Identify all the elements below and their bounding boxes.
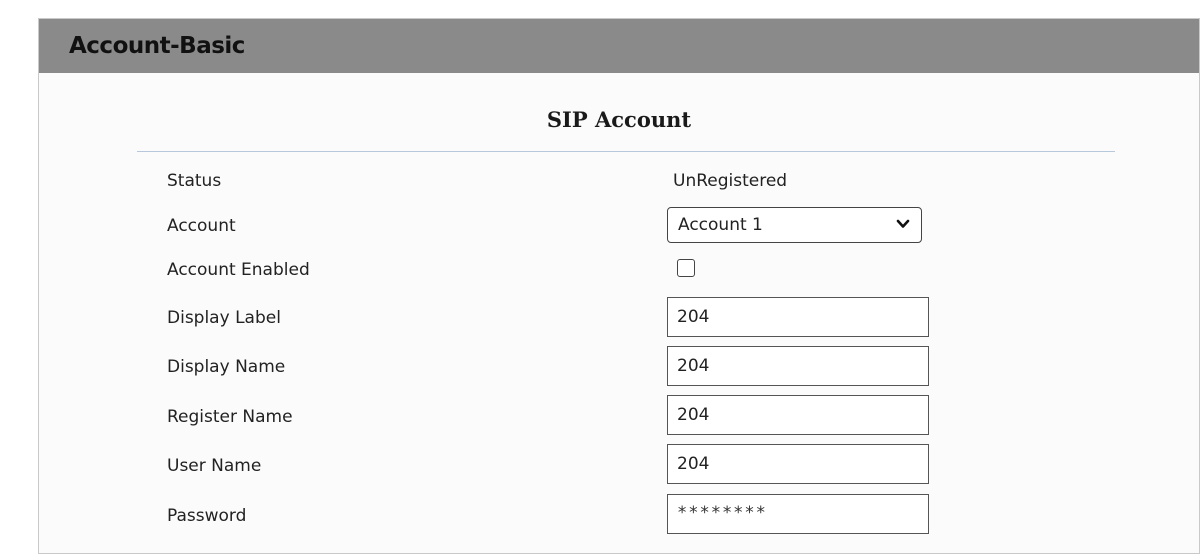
chevron-down-icon — [896, 219, 910, 228]
register-name-input[interactable]: 204 — [667, 395, 929, 435]
account-select-value: Account 1 — [678, 215, 763, 235]
user-name-input[interactable]: 204 — [667, 444, 929, 484]
account-enabled-label: Account Enabled — [167, 260, 310, 280]
account-select[interactable]: Account 1 — [667, 207, 922, 243]
display-name-value: 204 — [677, 356, 710, 376]
status-label: Status — [167, 171, 222, 191]
account-label: Account — [167, 216, 236, 236]
display-label-label: Display Label — [167, 308, 281, 328]
register-name-label: Register Name — [167, 407, 293, 427]
register-name-value: 204 — [677, 405, 710, 425]
panel-title: Account-Basic — [69, 33, 245, 59]
display-name-label: Display Name — [167, 357, 286, 377]
display-label-input[interactable]: 204 — [667, 297, 929, 337]
password-input[interactable]: ******** — [667, 494, 929, 534]
account-enabled-checkbox[interactable] — [677, 259, 695, 277]
display-label-value: 204 — [677, 307, 710, 327]
password-value: ******** — [677, 503, 767, 523]
account-basic-panel: Account-Basic SIP Account Status UnRegis… — [38, 18, 1200, 554]
status-value: UnRegistered — [673, 171, 788, 191]
panel-header: Account-Basic — [39, 19, 1199, 73]
password-label: Password — [167, 506, 247, 526]
user-name-value: 204 — [677, 454, 710, 474]
section-title: SIP Account — [546, 107, 692, 132]
section-divider — [137, 151, 1115, 152]
user-name-label: User Name — [167, 456, 262, 476]
display-name-input[interactable]: 204 — [667, 346, 929, 386]
